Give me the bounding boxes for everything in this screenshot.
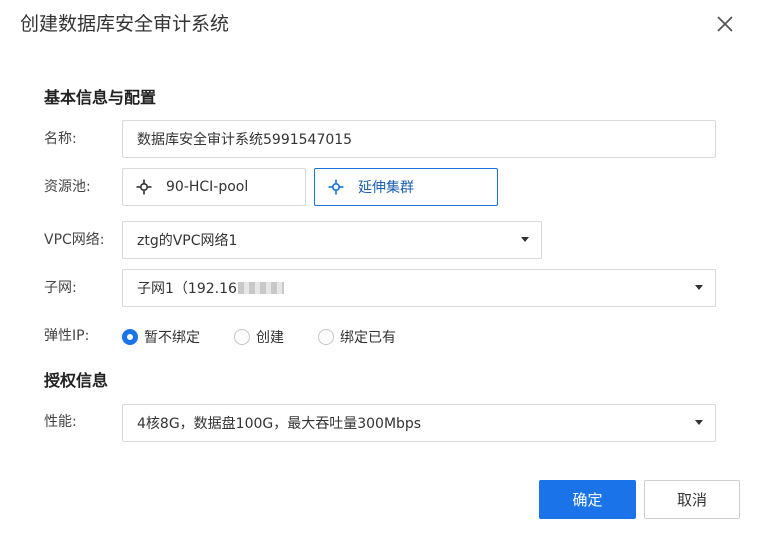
pool-option-stretched-cluster[interactable]: 延伸集群 <box>314 168 498 206</box>
section-title-basic: 基本信息与配置 <box>44 88 157 107</box>
pool-option-label: 90-HCI-pool <box>166 179 249 195</box>
eip-radio-label: 暂不绑定 <box>144 330 200 346</box>
eip-radio-label: 绑定已有 <box>340 330 396 346</box>
eip-radio-create[interactable]: 创建 <box>234 327 284 347</box>
radio-unchecked-icon <box>318 329 334 345</box>
eip-radio-group: 暂不绑定 创建 绑定已有 <box>122 327 430 347</box>
perf-select-value: 4核8G，数据盘100G，最大吞吐量300Mbps <box>137 416 422 432</box>
radio-checked-icon <box>122 329 138 345</box>
redacted-ip <box>237 282 284 294</box>
name-label: 名称: <box>44 131 77 147</box>
pool-label: 资源池: <box>44 179 91 195</box>
create-db-audit-dialog: 创建数据库安全审计系统 基本信息与配置 名称: 数据库安全审计系统5991547… <box>0 0 761 537</box>
vpc-select-value: ztg的VPC网络1 <box>137 233 238 249</box>
subnet-select[interactable]: 子网1（192.16 <box>122 269 716 307</box>
caret-down-icon <box>695 285 703 290</box>
section-title-license: 授权信息 <box>44 371 109 390</box>
name-input-value: 数据库安全审计系统5991547015 <box>137 132 353 148</box>
dialog-title: 创建数据库安全审计系统 <box>20 13 230 35</box>
confirm-button[interactable]: 确定 <box>539 480 636 519</box>
subnet-label: 子网: <box>44 280 77 296</box>
subnet-select-value: 子网1（192.16 <box>137 281 237 297</box>
eip-radio-label: 创建 <box>256 330 284 346</box>
cancel-button[interactable]: 取消 <box>644 480 740 519</box>
vpc-label: VPC网络: <box>44 232 105 248</box>
caret-down-icon <box>695 420 703 425</box>
cluster-icon <box>328 179 344 195</box>
eip-radio-bind-existing[interactable]: 绑定已有 <box>318 327 396 347</box>
perf-select[interactable]: 4核8G，数据盘100G，最大吞吐量300Mbps <box>122 404 716 442</box>
perf-label: 性能: <box>44 414 77 430</box>
cluster-icon <box>136 179 152 195</box>
radio-unchecked-icon <box>234 329 250 345</box>
name-input[interactable]: 数据库安全审计系统5991547015 <box>122 120 716 158</box>
caret-down-icon <box>521 237 529 242</box>
eip-radio-none[interactable]: 暂不绑定 <box>122 327 200 347</box>
close-icon[interactable] <box>714 13 736 35</box>
pool-option-90-hci[interactable]: 90-HCI-pool <box>122 168 306 206</box>
pool-option-label: 延伸集群 <box>358 180 414 196</box>
eip-label: 弹性IP: <box>44 328 90 344</box>
vpc-select[interactable]: ztg的VPC网络1 <box>122 221 542 259</box>
